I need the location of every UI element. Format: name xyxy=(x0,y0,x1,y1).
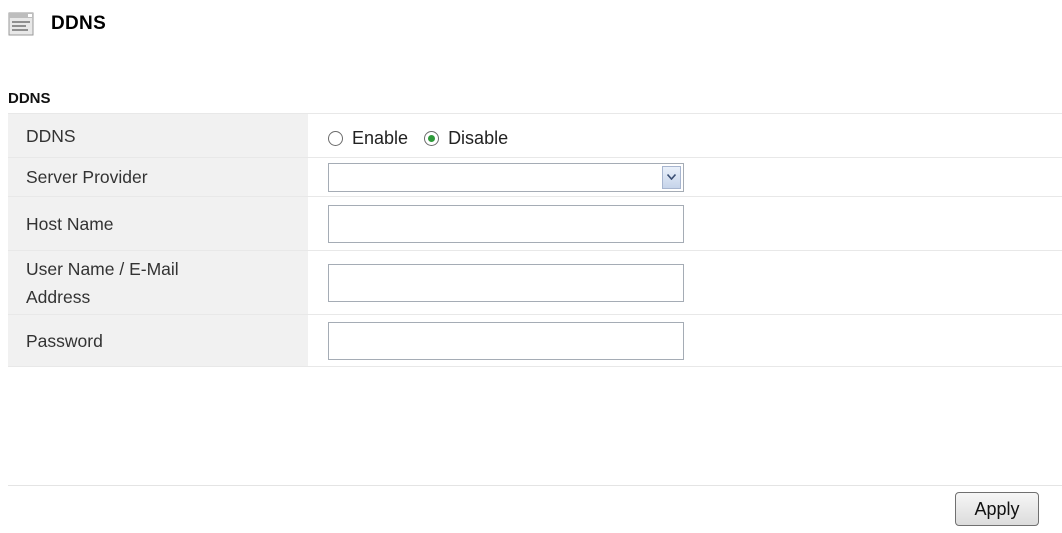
user-name-label-line1: User Name / E-Mail xyxy=(26,258,179,279)
footer-divider xyxy=(8,485,1062,486)
settings-page-icon xyxy=(8,12,34,36)
server-provider-label: Server Provider xyxy=(8,157,308,197)
host-name-row: Host Name xyxy=(8,196,1062,251)
user-name-row: User Name / E-Mail Address xyxy=(8,250,1062,315)
page-header: DDNS xyxy=(8,8,106,40)
enable-radio[interactable] xyxy=(328,131,343,146)
user-name-label: User Name / E-Mail Address xyxy=(8,250,308,315)
ddns-settings-table: DDNS Enable Disable Server Provider Host… xyxy=(8,113,1062,367)
password-label: Password xyxy=(8,314,308,367)
ddns-label: DDNS xyxy=(8,113,308,158)
disable-radio[interactable] xyxy=(424,131,440,146)
host-name-input[interactable] xyxy=(328,204,684,243)
host-name-cell xyxy=(308,196,1062,251)
password-row: Password xyxy=(8,314,1062,367)
user-name-label-line2: Address xyxy=(26,286,91,307)
password-cell xyxy=(308,314,1062,367)
chevron-down-icon xyxy=(667,174,676,180)
section-title: DDNS xyxy=(8,90,51,107)
server-provider-row: Server Provider xyxy=(8,157,1062,197)
dropdown-arrow-icon[interactable] xyxy=(662,165,681,189)
apply-button[interactable]: Apply xyxy=(955,492,1039,526)
user-name-cell xyxy=(308,250,1062,315)
enable-radio-label[interactable]: Enable xyxy=(352,128,408,149)
server-provider-cell xyxy=(308,157,1062,197)
user-name-input[interactable] xyxy=(328,263,684,302)
server-provider-select[interactable] xyxy=(328,162,684,192)
page-title: DDNS xyxy=(51,13,107,34)
ddns-row: DDNS Enable Disable xyxy=(8,113,1062,158)
password-input[interactable] xyxy=(328,321,684,360)
radio-selected-dot xyxy=(428,135,436,142)
disable-radio-label[interactable]: Disable xyxy=(448,128,508,149)
ddns-radio-group: Enable Disable xyxy=(328,128,1062,149)
host-name-label: Host Name xyxy=(8,196,308,251)
ddns-options: Enable Disable xyxy=(308,113,1062,158)
